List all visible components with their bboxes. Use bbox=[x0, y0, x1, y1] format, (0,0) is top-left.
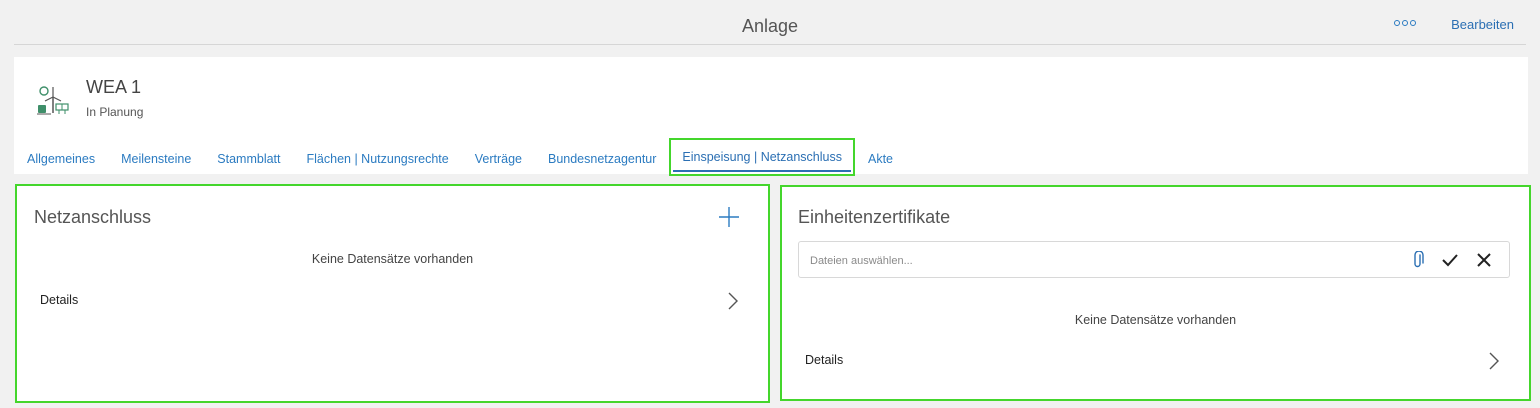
paperclip-icon[interactable] bbox=[1411, 251, 1425, 269]
chevron-right-icon bbox=[1489, 352, 1499, 370]
check-icon[interactable] bbox=[1441, 252, 1459, 268]
tab-flaechen-nutzungsrechte[interactable]: Flächen | Nutzungsrechte bbox=[294, 137, 462, 174]
einheitenzertifikate-panel: Einheitenzertifikate Keine Datensätze vo… bbox=[780, 185, 1531, 401]
tab-vertraege[interactable]: Verträge bbox=[462, 137, 535, 174]
wind-solar-plant-icon bbox=[37, 86, 69, 115]
tab-akte[interactable]: Akte bbox=[855, 137, 906, 174]
details-label: Details bbox=[805, 353, 844, 367]
close-icon[interactable] bbox=[1476, 252, 1492, 268]
add-icon[interactable] bbox=[718, 206, 740, 228]
asset-header: WEA 1 In Planung Allgemeines Meilenstein… bbox=[14, 57, 1528, 176]
tab-bar: Allgemeines Meilensteine Stammblatt Fläc… bbox=[14, 137, 906, 176]
einheitenzertifikate-details-row[interactable]: Details bbox=[782, 350, 1529, 374]
edit-button[interactable]: Bearbeiten bbox=[1451, 17, 1514, 32]
tab-einspeisung-netzanschluss[interactable]: Einspeisung | Netzanschluss bbox=[669, 138, 855, 176]
tab-meilensteine[interactable]: Meilensteine bbox=[108, 137, 204, 174]
netzanschluss-details-row[interactable]: Details bbox=[17, 290, 768, 314]
details-label: Details bbox=[40, 293, 79, 307]
netzanschluss-title: Netzanschluss bbox=[34, 207, 152, 227]
einheitenzertifikate-title: Einheitenzertifikate bbox=[798, 207, 951, 227]
netzanschluss-empty-text: Keine Datensätze vorhanden bbox=[311, 252, 474, 266]
tab-allgemeines[interactable]: Allgemeines bbox=[14, 137, 108, 174]
file-select-input[interactable] bbox=[808, 242, 1372, 279]
chevron-right-icon bbox=[728, 292, 738, 310]
more-horizontal-icon[interactable] bbox=[1394, 17, 1416, 29]
netzanschluss-panel: Netzanschluss Keine Datensätze vorhanden… bbox=[15, 184, 770, 403]
file-upload-box bbox=[798, 241, 1510, 279]
asset-name: WEA 1 bbox=[86, 77, 142, 97]
tab-stammblatt[interactable]: Stammblatt bbox=[204, 137, 293, 174]
asset-status: In Planung bbox=[86, 105, 144, 119]
page-title: Anlage bbox=[741, 16, 799, 36]
top-bar: Anlage Bearbeiten bbox=[14, 0, 1526, 45]
einheitenzertifikate-empty-text: Keine Datensätze vorhanden bbox=[1074, 313, 1237, 327]
tab-bundesnetzagentur[interactable]: Bundesnetzagentur bbox=[535, 137, 669, 174]
